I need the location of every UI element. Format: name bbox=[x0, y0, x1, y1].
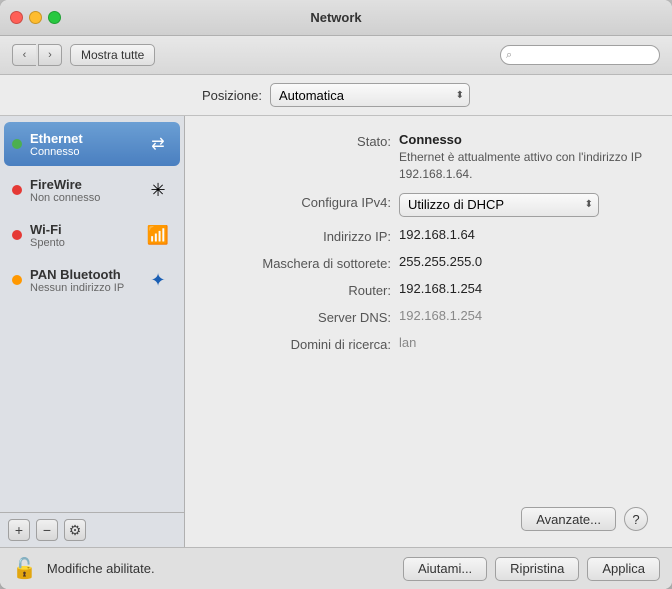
status-dot-wifi bbox=[12, 230, 22, 240]
bottom-bar: 🔓 Modifiche abilitate. Aiutami... Ripris… bbox=[0, 547, 672, 589]
stato-row: Stato: Connesso Ethernet è attualmente a… bbox=[209, 132, 648, 183]
applica-button[interactable]: Applica bbox=[587, 557, 660, 581]
ripristina-button[interactable]: Ripristina bbox=[495, 557, 579, 581]
sidebar-item-wifi[interactable]: Wi-Fi Spento 📶 bbox=[4, 213, 180, 257]
sidebar-item-name-wifi: Wi-Fi bbox=[30, 222, 136, 237]
search-icon: ⌕ bbox=[506, 49, 512, 62]
window-title: Network bbox=[310, 10, 361, 25]
mask-row: Maschera di sottorete: 255.255.255.0 bbox=[209, 254, 648, 271]
sidebar-item-text-bluetooth: PAN Bluetooth Nessun indirizzo IP bbox=[30, 267, 136, 294]
sidebar-item-name-ethernet: Ethernet bbox=[30, 131, 136, 146]
sidebar-item-ethernet[interactable]: Ethernet Connesso ⇄ bbox=[4, 122, 180, 166]
main-content: Ethernet Connesso ⇄ FireWire Non conness… bbox=[0, 116, 672, 547]
remove-network-button[interactable]: − bbox=[36, 519, 58, 541]
sidebar-footer: + − ⚙ bbox=[0, 512, 184, 547]
sidebar: Ethernet Connesso ⇄ FireWire Non conness… bbox=[0, 116, 185, 547]
position-select-wrap: Automatica Modifica posizioni... ⬍ bbox=[270, 83, 470, 107]
sidebar-list: Ethernet Connesso ⇄ FireWire Non conness… bbox=[0, 116, 184, 512]
configura-row: Configura IPv4: Utilizzo di DHCP Manuale… bbox=[209, 193, 648, 217]
firewire-icon: ✳ bbox=[144, 176, 172, 204]
sidebar-item-status-ethernet: Connesso bbox=[30, 146, 136, 158]
domains-row: Domini di ricerca: lan bbox=[209, 335, 648, 352]
aiutami-button[interactable]: Aiutami... bbox=[403, 557, 487, 581]
dns-value: 192.168.1.254 bbox=[399, 308, 482, 323]
show-all-button[interactable]: Mostra tutte bbox=[70, 44, 155, 66]
mask-value: 255.255.255.0 bbox=[399, 254, 482, 269]
traffic-lights bbox=[10, 11, 61, 24]
stato-label: Stato: bbox=[209, 132, 399, 149]
dns-row: Server DNS: 192.168.1.254 bbox=[209, 308, 648, 325]
router-value: 192.168.1.254 bbox=[399, 281, 482, 296]
detail-panel: Stato: Connesso Ethernet è attualmente a… bbox=[185, 116, 672, 547]
sidebar-item-status-firewire: Non connesso bbox=[30, 192, 136, 204]
detail-buttons: Avanzate... ? bbox=[209, 499, 648, 531]
sidebar-item-status-bluetooth: Nessun indirizzo IP bbox=[30, 282, 136, 294]
back-button[interactable]: ‹ bbox=[12, 44, 36, 66]
ip-row: Indirizzo IP: 192.168.1.64 bbox=[209, 227, 648, 244]
dns-label: Server DNS: bbox=[209, 308, 399, 325]
help-button[interactable]: ? bbox=[624, 507, 648, 531]
ethernet-icon: ⇄ bbox=[144, 130, 172, 158]
ip-value: 192.168.1.64 bbox=[399, 227, 475, 242]
stato-value-container: Connesso Ethernet è attualmente attivo c… bbox=[399, 132, 648, 183]
status-dot-bluetooth bbox=[12, 275, 22, 285]
add-network-button[interactable]: + bbox=[8, 519, 30, 541]
sidebar-item-name-firewire: FireWire bbox=[30, 177, 136, 192]
search-input[interactable] bbox=[500, 45, 660, 65]
position-select[interactable]: Automatica Modifica posizioni... bbox=[270, 83, 470, 107]
wifi-icon: 📶 bbox=[144, 221, 172, 249]
router-label: Router: bbox=[209, 281, 399, 298]
domains-value: lan bbox=[399, 335, 416, 350]
configura-select[interactable]: Utilizzo di DHCP Manuale BOOTP Solo coll… bbox=[399, 193, 599, 217]
sidebar-item-text-firewire: FireWire Non connesso bbox=[30, 177, 136, 204]
ip-label: Indirizzo IP: bbox=[209, 227, 399, 244]
router-row: Router: 192.168.1.254 bbox=[209, 281, 648, 298]
stato-value: Connesso bbox=[399, 132, 648, 147]
minimize-button[interactable] bbox=[29, 11, 42, 24]
forward-button[interactable]: › bbox=[38, 44, 62, 66]
sidebar-item-text-wifi: Wi-Fi Spento bbox=[30, 222, 136, 249]
domains-label: Domini di ricerca: bbox=[209, 335, 399, 352]
sidebar-item-bluetooth[interactable]: PAN Bluetooth Nessun indirizzo IP ✦ bbox=[4, 258, 180, 302]
sidebar-item-status-wifi: Spento bbox=[30, 237, 136, 249]
status-dot-firewire bbox=[12, 185, 22, 195]
status-dot-ethernet bbox=[12, 139, 22, 149]
mask-label: Maschera di sottorete: bbox=[209, 254, 399, 271]
lock-icon[interactable]: 🔓 bbox=[12, 556, 37, 581]
maximize-button[interactable] bbox=[48, 11, 61, 24]
nav-buttons: ‹ › bbox=[12, 44, 62, 66]
network-settings-button[interactable]: ⚙ bbox=[64, 519, 86, 541]
sidebar-item-text-ethernet: Ethernet Connesso bbox=[30, 131, 136, 158]
bottom-right-buttons: Aiutami... Ripristina Applica bbox=[403, 557, 660, 581]
stato-description: Ethernet è attualmente attivo con l'indi… bbox=[399, 149, 648, 183]
bluetooth-icon: ✦ bbox=[144, 266, 172, 294]
position-label: Posizione: bbox=[202, 88, 262, 103]
avanzate-button[interactable]: Avanzate... bbox=[521, 507, 616, 531]
sidebar-item-firewire[interactable]: FireWire Non connesso ✳ bbox=[4, 168, 180, 212]
position-bar: Posizione: Automatica Modifica posizioni… bbox=[0, 75, 672, 116]
sidebar-item-name-bluetooth: PAN Bluetooth bbox=[30, 267, 136, 282]
titlebar: Network bbox=[0, 0, 672, 36]
close-button[interactable] bbox=[10, 11, 23, 24]
bottom-bar-text: Modifiche abilitate. bbox=[47, 561, 393, 576]
window: Network ‹ › Mostra tutte ⌕ Posizione: Au… bbox=[0, 0, 672, 589]
detail-section: Stato: Connesso Ethernet è attualmente a… bbox=[209, 132, 648, 491]
toolbar: ‹ › Mostra tutte ⌕ bbox=[0, 36, 672, 75]
configura-select-wrap: Utilizzo di DHCP Manuale BOOTP Solo coll… bbox=[399, 193, 599, 217]
configura-label: Configura IPv4: bbox=[209, 193, 399, 210]
search-box: ⌕ bbox=[500, 45, 660, 65]
